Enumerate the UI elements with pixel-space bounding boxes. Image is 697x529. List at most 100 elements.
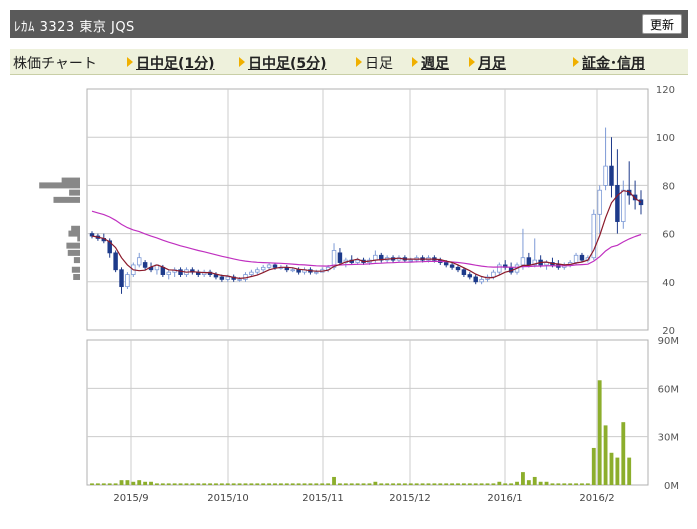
volume-bar [125, 480, 130, 485]
volume-tick-label: 60M [658, 384, 679, 395]
volume-bar [580, 483, 584, 485]
volume-bar [202, 483, 207, 485]
volume-bar [225, 483, 230, 485]
price-tick-label: 40 [662, 278, 675, 289]
volume-bar [544, 481, 549, 485]
candle-body [142, 262, 148, 268]
volume-bar [574, 483, 578, 485]
volume-bar [131, 481, 136, 485]
volume-profile-bar [67, 249, 80, 256]
x-tick-label: 2015/12 [389, 493, 431, 504]
volume-bar [184, 483, 189, 485]
volume-bar [160, 483, 165, 485]
price-tick-label: 100 [656, 133, 675, 144]
volume-bar [503, 483, 508, 485]
volume-bar [361, 483, 366, 485]
volume-bar [273, 483, 277, 485]
volume-bar [231, 483, 236, 485]
volume-bar [485, 483, 490, 485]
volume-profile-bar [77, 235, 80, 242]
volume-bar [432, 483, 437, 485]
volume-bar [219, 483, 224, 485]
volume-bar [603, 425, 608, 485]
candle-body [449, 264, 455, 268]
candle-body [579, 254, 585, 261]
volume-bar [532, 476, 537, 485]
volume-bar [255, 483, 260, 485]
volume-bar [373, 481, 378, 485]
candle-body [573, 254, 579, 263]
volume-tick-label: 30M [658, 433, 679, 444]
candle-body [249, 271, 254, 275]
volume-bar [278, 483, 283, 485]
volume-bar [320, 483, 325, 485]
candle-body [603, 165, 608, 186]
candle-body [225, 276, 231, 280]
volume-bar [367, 483, 372, 485]
volume-bar [426, 483, 431, 485]
volume-bar [568, 483, 573, 485]
volume-bar [308, 483, 313, 485]
volume-bar [267, 483, 272, 485]
volume-bar [627, 457, 632, 485]
candle-body [113, 252, 118, 271]
volume-bar [208, 483, 212, 485]
volume-bar [538, 481, 543, 485]
volume-profile-bar [71, 266, 80, 273]
volume-bar [113, 483, 118, 485]
volume-bar [550, 483, 555, 485]
volume-bar [479, 483, 484, 485]
price-tick-label: 60 [662, 230, 675, 241]
volume-bar [556, 483, 561, 485]
volume-bar [296, 483, 301, 485]
candle-body [290, 269, 295, 272]
candle-body [296, 269, 301, 273]
x-tick-label: 2015/9 [113, 493, 148, 504]
candle-body [443, 262, 449, 266]
price-tick-label: 80 [662, 181, 675, 192]
candle-body [125, 274, 130, 288]
volume-profile [39, 177, 80, 280]
price-panel [86, 88, 649, 331]
volume-bar [149, 481, 153, 485]
volume-bar [332, 476, 336, 485]
volume-bar [414, 483, 419, 485]
volume-bar [249, 483, 254, 485]
volume-bar [190, 483, 195, 485]
candle-body [219, 276, 225, 280]
volume-bar [302, 483, 307, 485]
candle-body [491, 271, 496, 278]
volume-bar [420, 483, 425, 485]
volume-bar [391, 483, 395, 485]
candle-body [166, 271, 171, 275]
candle-body [255, 269, 260, 273]
volume-bar [355, 483, 360, 485]
volume-bar [214, 483, 218, 485]
candle-body [272, 264, 278, 268]
volume-bar [609, 452, 614, 485]
volume-bar [491, 483, 496, 485]
volume-bar [521, 472, 525, 485]
volume-bar [450, 483, 455, 485]
volume-bar [343, 483, 348, 485]
volume-profile-bar [66, 242, 80, 249]
volume-bar [397, 483, 401, 485]
candle-body [355, 259, 360, 263]
candle-body [609, 165, 614, 186]
volume-bar [438, 483, 443, 485]
volume-bar [509, 483, 514, 485]
candle-body [119, 269, 124, 288]
volume-bar [338, 483, 342, 485]
candle-body [243, 274, 248, 280]
candle-body [520, 257, 526, 266]
volume-tick-label: 0M [664, 481, 679, 492]
volume-bar [615, 457, 620, 485]
candle-body [526, 257, 532, 266]
candle-body [160, 266, 166, 275]
candle-body [408, 259, 414, 262]
volume-bar [408, 483, 413, 485]
candle-body [337, 252, 343, 263]
volume-tick-label: 90M [658, 336, 679, 347]
volume-profile-bar [39, 182, 80, 189]
x-tick-label: 2015/10 [207, 493, 249, 504]
